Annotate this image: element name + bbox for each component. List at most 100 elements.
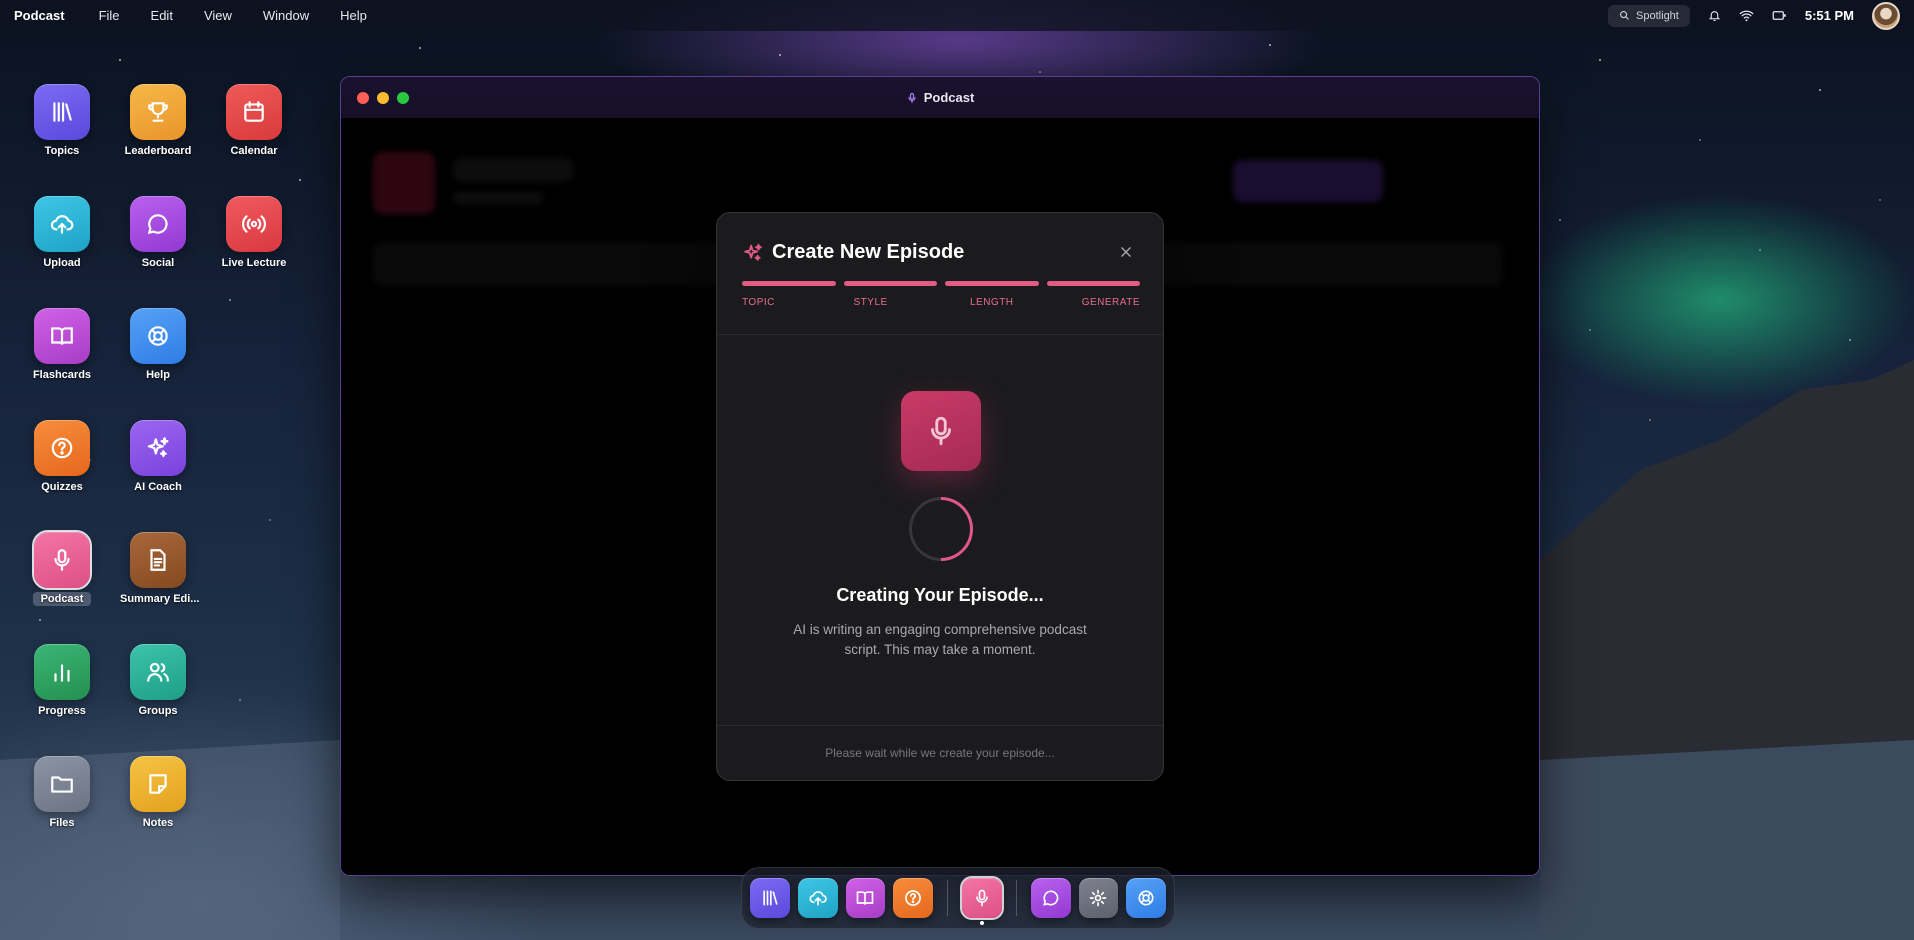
desktop-icon-label: Calendar — [230, 145, 278, 157]
bell-icon[interactable] — [1708, 9, 1721, 22]
desktop-icon-live-lecture[interactable]: Live Lecture — [208, 196, 300, 270]
desktop-icon-label: Podcast — [32, 592, 92, 606]
desktop-icon-help[interactable]: Help — [112, 308, 204, 382]
dock-item-podcast[interactable] — [960, 876, 1004, 925]
step-style: STYLE — [843, 281, 937, 308]
desktop-icon-calendar[interactable]: Calendar — [208, 84, 300, 158]
step-topic: TOPIC — [742, 281, 836, 308]
desktop-icon-topics[interactable]: Topics — [16, 84, 108, 158]
desktop-icon-flashcards[interactable]: Flashcards — [16, 308, 108, 382]
window-title: Podcast — [341, 77, 1539, 118]
modal-title: Create New Episode — [742, 241, 964, 264]
menu-edit[interactable]: Edit — [151, 8, 173, 23]
folder-icon — [34, 756, 90, 812]
wifi-icon[interactable] — [1739, 9, 1754, 22]
desktop-icon-label: Topics — [44, 145, 80, 157]
menu-file[interactable]: File — [99, 8, 120, 23]
close-button[interactable] — [1115, 241, 1137, 263]
spotlight-label: Spotlight — [1636, 9, 1679, 22]
avatar[interactable] — [1872, 1, 1900, 30]
desktop-icon-label: Help — [146, 369, 170, 381]
blurred-heading — [453, 158, 573, 182]
dock-item-upload[interactable] — [797, 878, 838, 918]
desktop-icon-label: Notes — [142, 817, 174, 829]
desktop-icon-label: Flashcards — [32, 369, 92, 381]
dock-item-help[interactable] — [1126, 878, 1166, 918]
desktop-icon-quizzes[interactable]: Quizzes — [16, 420, 108, 494]
desktop-icon-label: AI Coach — [134, 481, 182, 493]
desktop-icon-label: Summary Edi... — [120, 593, 200, 605]
microphone-icon — [32, 530, 92, 590]
document-icon — [130, 532, 186, 588]
creating-title: Creating Your Episode... — [836, 585, 1044, 605]
step-bar — [1046, 281, 1140, 286]
dock-item-settings[interactable] — [1078, 878, 1119, 918]
modal-content: Creating Your Episode... AI is writing a… — [717, 335, 1163, 727]
book-open-icon — [857, 891, 874, 905]
library-icon — [763, 890, 778, 906]
book-open-icon — [34, 308, 90, 364]
step-label: TOPIC — [742, 297, 775, 308]
dock-item-quizzes[interactable] — [893, 878, 933, 918]
menu-view[interactable]: View — [204, 8, 232, 23]
step-label: STYLE — [853, 297, 888, 308]
modal-title-text: Create New Episode — [772, 241, 965, 263]
broadcast-icon — [226, 196, 282, 252]
spotlight-button[interactable]: Spotlight — [1608, 4, 1690, 27]
step-generate: GENERATE — [1046, 281, 1140, 308]
desktop-icon-social[interactable]: Social — [112, 196, 204, 270]
lifebuoy-icon — [1138, 890, 1154, 906]
desktop-icon-files[interactable]: Files — [16, 756, 108, 830]
dock — [741, 867, 1175, 929]
desktop-icon-upload[interactable]: Upload — [16, 196, 108, 270]
step-label: GENERATE — [1081, 297, 1140, 308]
close-icon — [1121, 247, 1131, 257]
sparkles-icon — [130, 420, 186, 476]
desktop-icon-label: Social — [141, 257, 175, 269]
desktop-icon-ai-coach[interactable]: AI Coach — [112, 420, 204, 494]
desktop-icon-summary-editor[interactable]: Summary Edi... — [112, 532, 204, 606]
lifebuoy-icon — [130, 308, 186, 364]
create-episode-modal: Create New Episode TOPIC STYLE LENGTH GE… — [716, 212, 1164, 781]
note-icon — [130, 756, 186, 812]
dock-separator — [947, 880, 948, 916]
desktop-icon-podcast[interactable]: Podcast — [16, 530, 108, 606]
question-circle-icon — [905, 890, 922, 906]
bar-chart-icon — [34, 644, 90, 700]
menu-window[interactable]: Window — [263, 8, 309, 23]
cloud-upload-icon — [34, 196, 90, 252]
modal-footer: Please wait while we create your episode… — [717, 725, 1163, 780]
menu-help[interactable]: Help — [340, 8, 367, 23]
desktop-icon-label: Groups — [138, 705, 178, 717]
desktop-icon-groups[interactable]: Groups — [112, 644, 204, 718]
desktop-icon-label: Live Lecture — [221, 257, 287, 269]
blurred-subheading — [453, 192, 543, 204]
chat-bubble-icon — [130, 196, 186, 252]
microphone-icon — [931, 416, 951, 446]
dock-item-topics[interactable] — [750, 878, 790, 918]
dock-item-social[interactable] — [1030, 878, 1071, 918]
window-title-text: Podcast — [923, 90, 975, 105]
step-progress: TOPIC STYLE LENGTH GENERATE — [742, 281, 1140, 308]
desktop-icon-label: Upload — [43, 257, 81, 269]
sparkles-icon — [744, 243, 762, 261]
dock-item-flashcards[interactable] — [845, 878, 886, 918]
podcast-mic-tile — [901, 391, 981, 471]
users-icon — [130, 644, 186, 700]
creating-description: AI is writing an engaging comprehensive … — [793, 622, 1087, 657]
library-icon — [34, 84, 90, 140]
microphone-icon — [976, 889, 988, 907]
modal-header: Create New Episode TOPIC STYLE LENGTH GE… — [717, 213, 1163, 335]
desktop-icon-notes[interactable]: Notes — [112, 756, 204, 830]
desktop-icon-progress[interactable]: Progress — [16, 644, 108, 718]
step-bar — [843, 281, 937, 286]
blurred-app-logo — [373, 152, 435, 214]
step-length: LENGTH — [945, 281, 1039, 308]
clock: 5:51 PM — [1804, 8, 1854, 23]
step-bar — [945, 281, 1039, 286]
window-titlebar[interactable]: Podcast — [341, 77, 1539, 118]
desktop-icon-leaderboard[interactable]: Leaderboard — [112, 84, 204, 158]
menu-app-name[interactable]: Podcast — [14, 8, 65, 23]
chat-bubble-icon — [1042, 890, 1059, 906]
battery-icon[interactable] — [1772, 9, 1787, 22]
